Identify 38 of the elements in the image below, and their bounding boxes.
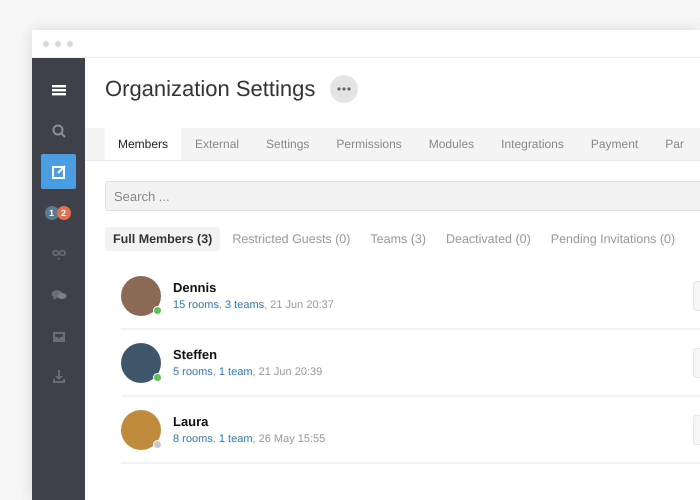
detail-link[interactable]: 3 teams [224,299,264,311]
tab[interactable]: Members [105,128,182,160]
filter-tab[interactable]: Restricted Guests (0) [224,227,358,251]
detail-link[interactable]: 15 rooms [173,299,219,311]
sidebar-item[interactable]: 1 2 [41,195,76,230]
tab[interactable]: Permissions [323,128,415,160]
count-badge: 1 [44,206,58,220]
filter-tab[interactable]: Deactivated (0) [438,227,539,251]
filter-tab[interactable]: Pending Invitations (0) [542,227,684,251]
more-icon [337,87,352,91]
detail-link[interactable]: 5 rooms [173,366,213,378]
member-name: Laura [173,414,210,429]
window-dots-icon [43,40,73,46]
filter-tab[interactable]: Teams (3) [362,227,434,251]
page-title: Organization Settings [105,76,316,102]
member-details: 8 rooms, 1 team, 26 May 15:55 [173,433,326,445]
member-name: Dennis [173,280,218,295]
row-action-button[interactable] [693,280,700,310]
tab[interactable]: External [182,128,252,160]
filter-tab[interactable]: Full Members (3) [105,227,220,251]
count-badge: 2 [56,206,70,220]
tab[interactable]: Par [652,128,684,160]
tab[interactable]: Payment [578,128,652,160]
member-details: 15 rooms, 3 teams, 21 Jun 20:37 [173,299,335,311]
detail-link[interactable]: 1 team [218,366,253,378]
search-field[interactable]: Search ... [105,181,700,211]
member-details: 5 rooms, 1 team, 21 Jun 20:39 [173,366,324,378]
detail-link[interactable]: 1 team [218,433,253,445]
tab[interactable]: Modules [416,128,488,160]
detail-link[interactable]: 8 rooms [173,433,213,445]
tab[interactable]: Settings [253,128,322,160]
more-button[interactable] [330,75,358,103]
compose-icon [50,162,68,180]
member-name: Steffen [173,347,218,362]
tab[interactable]: Integrations [488,128,577,160]
row-action-button[interactable] [693,414,700,444]
row-action-button[interactable] [693,348,700,378]
search-icon [50,122,68,140]
